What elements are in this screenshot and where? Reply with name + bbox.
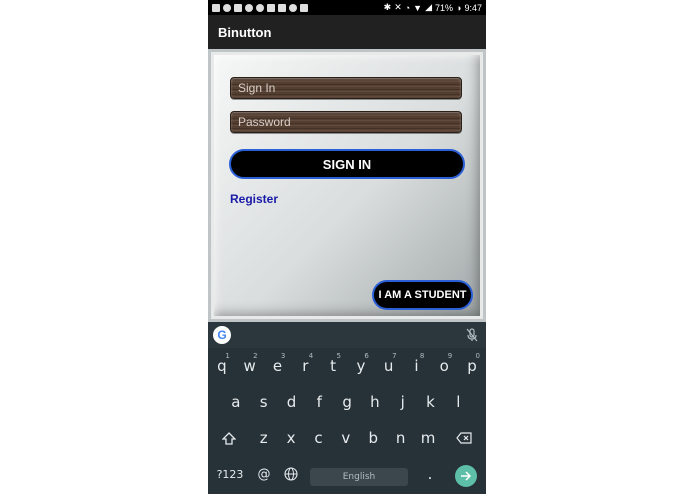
key-c[interactable]: c — [305, 424, 332, 452]
notification-icons — [212, 3, 308, 12]
bluetooth-icon: ✱ — [383, 2, 392, 12]
alarm-icon: ◔ — [404, 2, 411, 13]
key-x[interactable]: x — [277, 424, 304, 452]
keyboard-row-1: q1 w2 e3 r4 t5 y6 u7 i8 o9 p0 — [208, 352, 486, 380]
keyboard: G q1 w2 e3 r4 t5 y6 u7 i8 o9 p0 a s d f — [208, 322, 486, 494]
keyboard-toolbar: G — [208, 322, 486, 348]
mic-off-icon[interactable] — [466, 328, 478, 342]
key-f[interactable]: f — [305, 388, 333, 416]
key-z[interactable]: z — [250, 424, 277, 452]
photo-icon — [267, 3, 275, 12]
student-button[interactable]: I AM A STUDENT — [372, 280, 473, 310]
messenger-icon — [245, 3, 253, 12]
key-l[interactable]: l — [444, 388, 472, 416]
battery-icon: ◑ — [456, 2, 462, 13]
key-r[interactable]: r4 — [291, 352, 319, 380]
gmail-icon — [234, 3, 242, 12]
photo-icon — [278, 3, 286, 12]
settings-icon — [289, 3, 297, 12]
shift-icon[interactable] — [208, 424, 250, 452]
key-period[interactable]: . — [412, 460, 448, 488]
app-title: Binutton — [218, 24, 272, 40]
key-g[interactable]: g — [333, 388, 361, 416]
globe-icon[interactable] — [276, 460, 306, 488]
key-e[interactable]: e3 — [264, 352, 292, 380]
clock: 9:47 — [464, 2, 482, 13]
key-h[interactable]: h — [361, 388, 389, 416]
skype-icon — [223, 3, 231, 12]
key-at[interactable]: @ — [252, 460, 276, 488]
key-b[interactable]: b — [360, 424, 387, 452]
signal-icon: ◢ — [425, 2, 433, 12]
symbols-key[interactable]: ?123 — [208, 460, 252, 488]
app-bar: Binutton — [208, 15, 486, 49]
keyboard-row-3: z x c v b n m — [208, 424, 486, 452]
password-field[interactable]: Password — [230, 111, 462, 133]
key-n[interactable]: n — [387, 424, 414, 452]
wifi-icon: ▼ — [413, 2, 423, 13]
key-t[interactable]: t5 — [319, 352, 347, 380]
signin-field[interactable]: Sign In — [230, 77, 462, 99]
password-placeholder: Password — [238, 115, 291, 129]
signin-placeholder: Sign In — [238, 81, 276, 95]
space-bar[interactable]: English — [306, 460, 412, 488]
student-button-label: I AM A STUDENT — [378, 289, 467, 301]
key-a[interactable]: a — [222, 388, 250, 416]
key-k[interactable]: k — [417, 388, 445, 416]
keyboard-row-2: a s d f g h j k l — [222, 388, 486, 416]
calendar-icon — [212, 3, 220, 12]
battery-label: 71% — [435, 2, 454, 13]
app-icon — [300, 3, 308, 12]
key-v[interactable]: v — [332, 424, 359, 452]
key-q[interactable]: q1 — [208, 352, 236, 380]
backspace-icon[interactable] — [442, 424, 486, 452]
key-m[interactable]: m — [414, 424, 441, 452]
key-d[interactable]: d — [278, 388, 306, 416]
key-j[interactable]: j — [389, 388, 417, 416]
mute-icon: ✕ — [394, 2, 402, 12]
enter-button[interactable] — [448, 460, 484, 488]
key-u[interactable]: u7 — [375, 352, 403, 380]
phone-screen: ✱ ✕ ◔ ▼ ◢ 71% ◑ 9:47 Binutton Sign In Pa… — [208, 0, 486, 494]
key-s[interactable]: s — [250, 388, 278, 416]
key-o[interactable]: o9 — [430, 352, 458, 380]
key-y[interactable]: y6 — [347, 352, 375, 380]
chrome-icon — [256, 3, 264, 12]
keyboard-row-4: ?123 @ English . — [208, 460, 486, 488]
register-link[interactable]: Register — [230, 192, 278, 206]
system-icons: ✱ ✕ ◔ ▼ ◢ 71% ◑ 9:47 — [384, 2, 482, 13]
key-p[interactable]: p0 — [458, 352, 486, 380]
arrow-right-icon — [455, 464, 477, 487]
key-i[interactable]: i8 — [403, 352, 431, 380]
signin-button[interactable]: SIGN IN — [229, 149, 465, 179]
key-w[interactable]: w2 — [236, 352, 264, 380]
status-bar: ✱ ✕ ◔ ▼ ◢ 71% ◑ 9:47 — [208, 0, 486, 15]
signin-button-label: SIGN IN — [322, 156, 372, 172]
google-icon[interactable]: G — [213, 326, 231, 344]
space-bar-label: English — [310, 467, 408, 486]
